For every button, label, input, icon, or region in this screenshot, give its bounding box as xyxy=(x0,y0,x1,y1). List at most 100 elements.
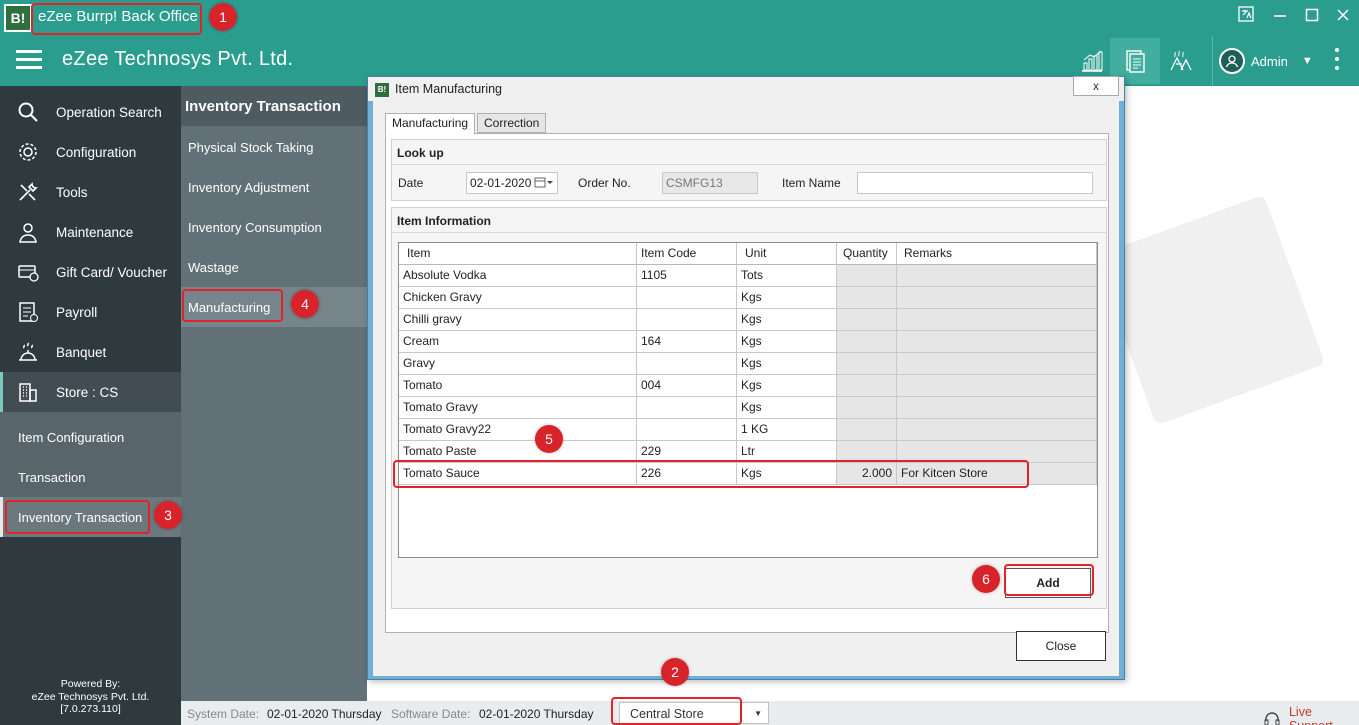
sidebar-item-payroll[interactable]: Payroll xyxy=(0,292,181,332)
cell-item: Gravy xyxy=(399,353,637,375)
menu-icon[interactable] xyxy=(16,50,42,70)
gift-card-icon xyxy=(16,260,40,284)
item-information-title: Item Information xyxy=(397,214,492,228)
annotation-badge-1: 1 xyxy=(209,3,237,31)
item-name-field[interactable] xyxy=(857,172,1093,194)
annotation-badge-2: 2 xyxy=(661,658,689,686)
app-logo: B! xyxy=(4,4,32,32)
close-window-button[interactable] xyxy=(1331,6,1355,30)
cell-item: Chilli gravy xyxy=(399,309,637,331)
menu-item-inventory-adjustment[interactable]: Inventory Adjustment xyxy=(181,167,367,207)
cell-qty[interactable] xyxy=(837,265,897,287)
sidebar-item-configuration[interactable]: Configuration xyxy=(0,132,181,172)
cell-qty[interactable] xyxy=(837,287,897,309)
menu-item-physical-stock-taking[interactable]: Physical Stock Taking xyxy=(181,127,367,167)
table-row[interactable]: Chicken Gravy Kgs xyxy=(399,287,1097,309)
menu-item-wastage[interactable]: Wastage xyxy=(181,247,367,287)
annotation-badge-5: 5 xyxy=(535,425,563,453)
table-row[interactable]: Gravy Kgs xyxy=(399,353,1097,375)
cell-qty[interactable] xyxy=(837,397,897,419)
tab-correction[interactable]: Correction xyxy=(477,113,547,133)
sidebar-item-gift-card[interactable]: Gift Card/ Voucher xyxy=(0,252,181,292)
user-name: Admin xyxy=(1251,53,1288,69)
cell-code: 164 xyxy=(637,331,737,353)
annotation-badge-3: 3 xyxy=(154,501,182,529)
cell-unit: Kgs xyxy=(737,287,837,309)
cell-remarks[interactable] xyxy=(897,397,1097,419)
table-row[interactable]: Tomato Gravy Kgs xyxy=(399,397,1097,419)
menu-item-inventory-consumption[interactable]: Inventory Consumption xyxy=(181,207,367,247)
cell-unit: 1 KG xyxy=(737,419,837,441)
sidebar-item-banquet[interactable]: Banquet xyxy=(0,332,181,372)
calendar-icon xyxy=(534,173,554,197)
dialog-title-bar: B! Item Manufacturing x xyxy=(368,76,1124,101)
maximize-button[interactable] xyxy=(1300,6,1324,30)
live-support-link[interactable]: Live Support xyxy=(1263,705,1359,725)
column-header-remarks[interactable]: Remarks xyxy=(897,243,1097,265)
store-icon xyxy=(16,380,40,404)
annotation-highlight-app-title xyxy=(31,3,202,35)
cell-remarks[interactable] xyxy=(897,353,1097,375)
cell-item: Tomato Gravy xyxy=(399,397,637,419)
cell-unit: Kgs xyxy=(737,397,837,419)
chevron-down-icon: ▼ xyxy=(1301,55,1313,67)
annotation-highlight-manufacturing xyxy=(182,289,283,322)
cell-qty[interactable] xyxy=(837,419,897,441)
table-row[interactable]: Cream 164 Kgs xyxy=(399,331,1097,353)
cell-code xyxy=(637,287,737,309)
translate-icon[interactable] xyxy=(1234,6,1258,30)
system-date-label: System Date: xyxy=(187,707,260,721)
cell-remarks[interactable] xyxy=(897,375,1097,397)
sidebar-item-store[interactable]: Store : CS xyxy=(0,372,181,412)
lookup-title: Look up xyxy=(397,146,444,160)
payroll-icon xyxy=(16,300,40,324)
menu-item-label: Inventory Consumption xyxy=(188,219,322,235)
sidebar-subitem-transaction[interactable]: Transaction xyxy=(0,457,181,497)
cell-qty[interactable] xyxy=(837,375,897,397)
sidebar-item-label: Payroll xyxy=(56,304,98,320)
tab-manufacturing[interactable]: Manufacturing xyxy=(385,113,476,135)
cell-qty[interactable] xyxy=(837,331,897,353)
menu-item-label: Physical Stock Taking xyxy=(188,139,314,155)
sidebar-item-maintenance[interactable]: Maintenance xyxy=(0,212,181,252)
software-date-value: 02-01-2020 Thursday xyxy=(479,707,594,721)
cell-remarks[interactable] xyxy=(897,287,1097,309)
table-row[interactable]: Tomato 004 Kgs xyxy=(399,375,1097,397)
sidebar-item-operation-search[interactable]: Operation Search xyxy=(0,92,181,132)
cell-remarks[interactable] xyxy=(897,309,1097,331)
cell-item: Chicken Gravy xyxy=(399,287,637,309)
cell-remarks[interactable] xyxy=(897,419,1097,441)
title-bar: B! eZee Burrp! Back Office xyxy=(0,0,1359,36)
menu-item-label: Inventory Adjustment xyxy=(188,179,310,195)
cell-unit: Kgs xyxy=(737,353,837,375)
sidebar-item-tools[interactable]: Tools xyxy=(0,172,181,212)
more-options-icon[interactable] xyxy=(1330,48,1344,74)
cell-qty[interactable] xyxy=(837,353,897,375)
annotation-highlight-add xyxy=(1004,564,1094,596)
cell-item: Cream xyxy=(399,331,637,353)
table-row[interactable]: Tomato Gravy22 1 KG xyxy=(399,419,1097,441)
column-header-quantity[interactable]: Quantity xyxy=(837,243,897,265)
kitchen-icon[interactable] xyxy=(1155,38,1205,84)
cell-qty[interactable] xyxy=(837,309,897,331)
user-menu[interactable]: Admin ▼ xyxy=(1212,36,1313,86)
cell-remarks[interactable] xyxy=(897,331,1097,353)
dialog-close-button[interactable]: x xyxy=(1073,76,1119,96)
date-picker[interactable]: 02-01-2020 xyxy=(466,172,558,194)
gear-icon xyxy=(16,140,40,164)
column-header-item-code[interactable]: Item Code xyxy=(637,243,737,265)
sidebar-item-label: Banquet xyxy=(56,344,107,360)
table-row[interactable]: Chilli gravy Kgs xyxy=(399,309,1097,331)
cell-remarks[interactable] xyxy=(897,265,1097,287)
sidebar-subitem-label: Transaction xyxy=(18,469,86,485)
column-header-item[interactable]: Item xyxy=(399,243,637,265)
sidebar-subitem-item-configuration[interactable]: Item Configuration xyxy=(0,417,181,457)
minimize-button[interactable] xyxy=(1268,6,1292,30)
column-header-unit[interactable]: Unit xyxy=(737,243,837,265)
close-button[interactable]: Close xyxy=(1016,631,1106,661)
order-no-field: CSMFG13 xyxy=(662,172,758,194)
tab-label: Manufacturing xyxy=(392,116,469,130)
search-icon xyxy=(16,100,40,124)
sidebar-item-label: Maintenance xyxy=(56,224,134,240)
table-row[interactable]: Absolute Vodka 1105 Tots xyxy=(399,265,1097,287)
